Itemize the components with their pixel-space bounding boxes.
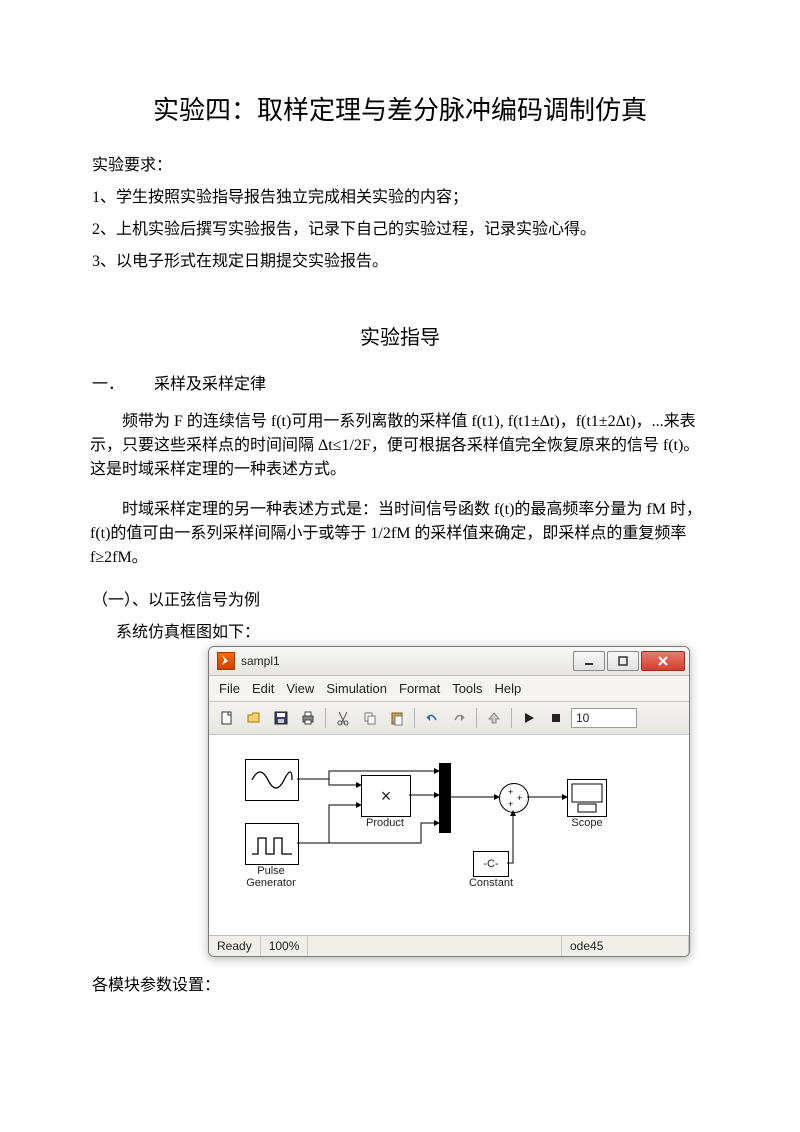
print-button[interactable] xyxy=(296,706,320,730)
status-spacer xyxy=(308,936,562,956)
minimize-button[interactable] xyxy=(573,651,605,671)
menu-file[interactable]: File xyxy=(219,681,240,696)
section-1-heading: 一． 采样及采样定律 xyxy=(92,370,710,394)
scope-label: Scope xyxy=(557,817,617,829)
pulse-generator-block[interactable] xyxy=(245,823,299,865)
copy-button[interactable] xyxy=(358,706,382,730)
req-item-3: 3、以电子形式在规定日期提交实验报告。 xyxy=(92,247,710,271)
run-button[interactable] xyxy=(517,706,541,730)
model-canvas[interactable]: Pulse Generator × Product + + + -C- Consta… xyxy=(209,735,689,935)
new-button[interactable] xyxy=(215,706,239,730)
status-solver: ode45 xyxy=(562,936,689,956)
menu-edit[interactable]: Edit xyxy=(252,681,274,696)
svg-text:+: + xyxy=(508,787,513,797)
req-item-2: 2、上机实验后撰写实验报告，记录下自己的实验过程，记录实验心得。 xyxy=(92,215,710,239)
pulse-generator-label: Pulse Generator xyxy=(241,865,301,889)
maximize-button[interactable] xyxy=(607,651,639,671)
menu-bar: File Edit View Simulation Format Tools H… xyxy=(209,676,689,701)
paragraph-1: 频带为 F 的连续信号 f(t)可用一系列离散的采样值 f(t1), f(t1±… xyxy=(90,410,710,482)
sine-wave-block[interactable] xyxy=(245,759,299,801)
constant-value: -C- xyxy=(483,858,498,870)
svg-text:+: + xyxy=(508,799,513,809)
menu-tools[interactable]: Tools xyxy=(452,681,482,696)
mux-block[interactable] xyxy=(439,763,451,833)
stop-button[interactable] xyxy=(544,706,568,730)
scope-block[interactable] xyxy=(567,779,607,817)
module-params-label: 各模块参数设置： xyxy=(92,971,710,995)
up-level-button[interactable] xyxy=(482,706,506,730)
menu-view[interactable]: View xyxy=(286,681,314,696)
save-button[interactable] xyxy=(269,706,293,730)
requirements-label: 实验要求： xyxy=(92,151,710,175)
menu-help[interactable]: Help xyxy=(495,681,522,696)
svg-text:+: + xyxy=(517,793,522,803)
figure-caption: 系统仿真框图如下： xyxy=(116,618,710,642)
close-button[interactable] xyxy=(641,651,685,671)
status-bar: Ready 100% ode45 xyxy=(209,935,689,956)
cut-button[interactable] xyxy=(331,706,355,730)
window-titlebar: sampl1 xyxy=(209,647,689,676)
menu-simulation[interactable]: Simulation xyxy=(326,681,387,696)
toolbar-separator xyxy=(476,708,477,728)
open-button[interactable] xyxy=(242,706,266,730)
simulink-window: sampl1 File Edit View Simulation Format … xyxy=(208,646,690,957)
sim-time-input[interactable]: 10 xyxy=(571,708,637,728)
product-label: Product xyxy=(355,817,415,829)
section-1-title: 采样及采样定律 xyxy=(154,370,266,394)
toolbar-separator xyxy=(414,708,415,728)
product-symbol: × xyxy=(381,786,392,807)
toolbar-separator xyxy=(511,708,512,728)
redo-button[interactable] xyxy=(447,706,471,730)
simulink-icon xyxy=(217,652,235,670)
product-block[interactable]: × xyxy=(361,775,411,817)
subsection-heading: （一）、以正弦信号为例 xyxy=(92,586,710,610)
paragraph-2: 时域采样定理的另一种表述方式是：当时间信号函数 f(t)的最高频率分量为 fM … xyxy=(90,498,710,570)
req-item-1: 1、学生按照实验指导报告独立完成相关实验的内容； xyxy=(92,183,710,207)
status-zoom: 100% xyxy=(261,936,309,956)
guide-title: 实验指导 xyxy=(90,321,710,350)
constant-label: Constant xyxy=(461,877,521,889)
section-1-num: 一． xyxy=(92,370,154,394)
status-ready: Ready xyxy=(209,936,261,956)
toolbar: 10 xyxy=(209,701,689,735)
menu-format[interactable]: Format xyxy=(399,681,440,696)
sum-block[interactable]: + + + xyxy=(499,783,529,813)
constant-block[interactable]: -C- xyxy=(473,851,509,877)
paste-button[interactable] xyxy=(385,706,409,730)
undo-button[interactable] xyxy=(420,706,444,730)
toolbar-separator xyxy=(325,708,326,728)
doc-title: 实验四：取样定理与差分脉冲编码调制仿真 xyxy=(90,90,710,127)
window-title: sampl1 xyxy=(241,654,573,668)
